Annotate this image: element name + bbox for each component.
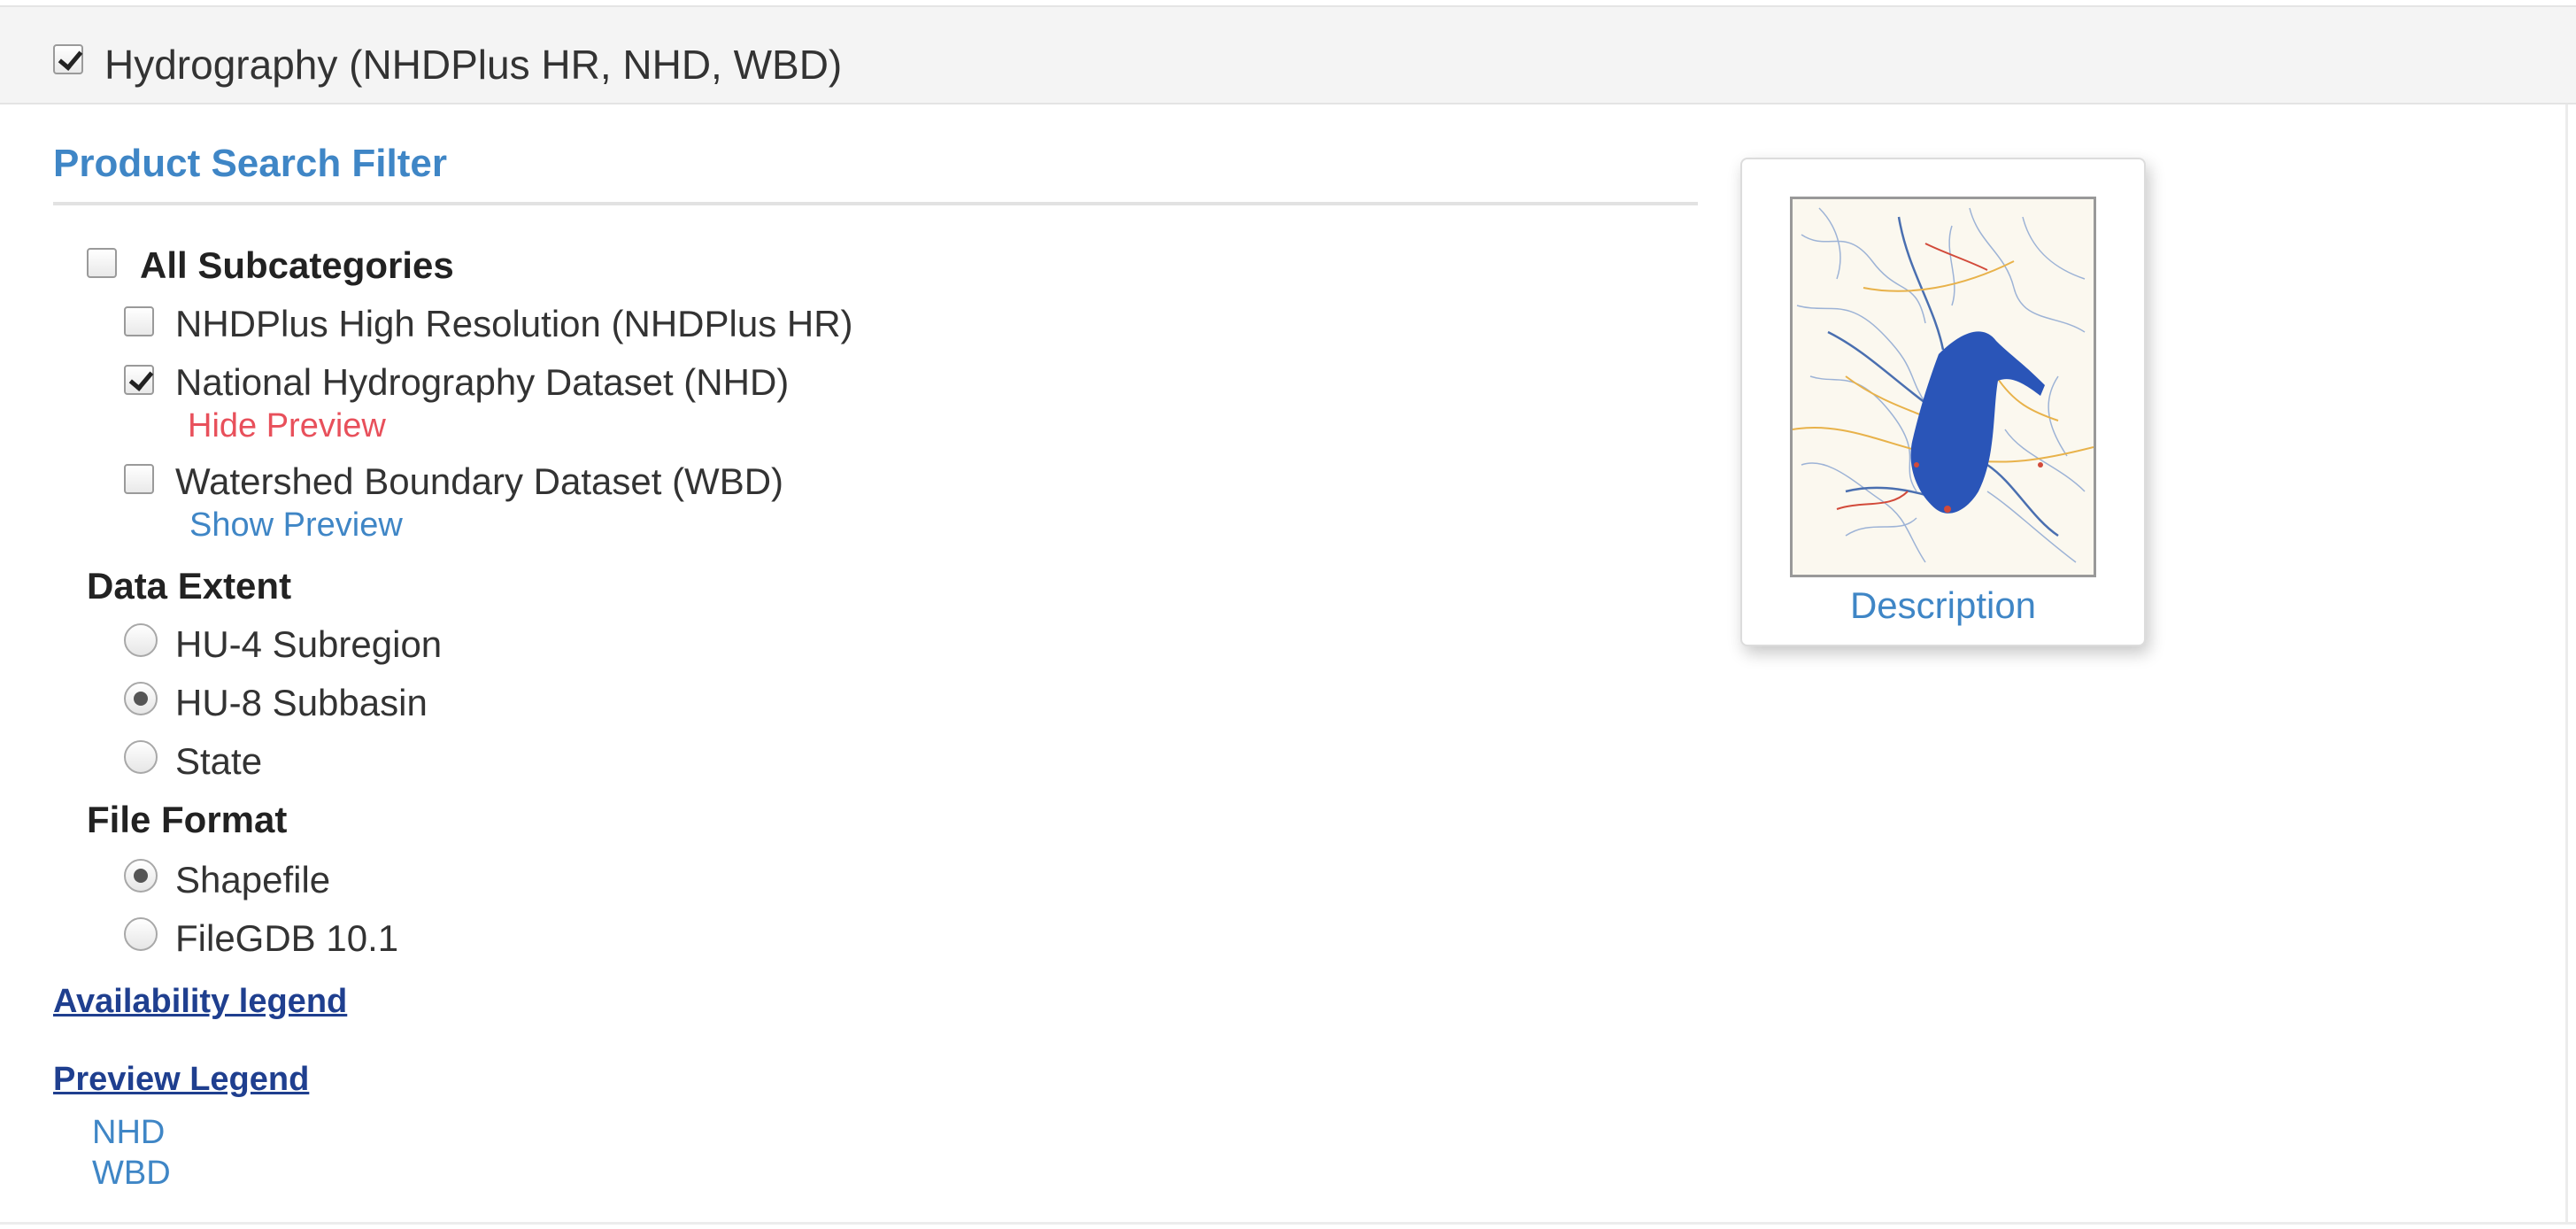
category-header: Hydrography (NHDPlus HR, NHD, WBD)	[0, 5, 2576, 104]
product-search-filter-title: Product Search Filter	[53, 142, 448, 185]
description-link[interactable]: Description	[1742, 584, 2144, 627]
all-subcategories-label: All Subcategories	[140, 244, 454, 286]
hydrography-checkbox[interactable]	[53, 44, 83, 74]
filegdb-radio[interactable]	[124, 917, 158, 951]
map-thumbnail-image	[1793, 199, 2094, 575]
state-radio[interactable]	[124, 740, 158, 774]
nhdplus-hr-label: NHDPlus High Resolution (NHDPlus HR)	[175, 303, 853, 344]
nhdplus-hr-checkbox[interactable]	[124, 306, 154, 336]
nhd-label: National Hydrography Dataset (NHD)	[175, 361, 790, 403]
panel-bottom-border	[0, 1222, 2576, 1225]
data-extent-heading: Data Extent	[87, 565, 292, 607]
shapefile-label: Shapefile	[175, 859, 331, 900]
legend-item-nhd: NHD	[92, 1114, 166, 1151]
shapefile-radio[interactable]	[124, 859, 158, 893]
all-subcategories-checkbox[interactable]	[87, 248, 117, 278]
wbd-label: Watershed Boundary Dataset (WBD)	[175, 460, 784, 502]
state-label: State	[175, 740, 263, 782]
panel-border	[2565, 104, 2568, 1222]
divider	[53, 202, 1698, 205]
legend-item-wbd: WBD	[92, 1155, 171, 1192]
preview-card: Description	[1740, 158, 2146, 646]
map-thumbnail[interactable]	[1790, 197, 2096, 577]
hu8-subbasin-label: HU-8 Subbasin	[175, 682, 428, 723]
file-format-heading: File Format	[87, 799, 288, 840]
nhd-checkbox[interactable]	[124, 365, 154, 395]
filegdb-label: FileGDB 10.1	[175, 917, 399, 959]
hu4-subregion-radio[interactable]	[124, 623, 158, 657]
wbd-checkbox[interactable]	[124, 464, 154, 494]
hu4-subregion-label: HU-4 Subregion	[175, 623, 443, 665]
hide-preview-link[interactable]: Hide Preview	[188, 407, 386, 445]
preview-legend-link[interactable]: Preview Legend	[53, 1061, 309, 1099]
hu8-subbasin-radio[interactable]	[124, 682, 158, 715]
availability-legend-link[interactable]: Availability legend	[53, 983, 347, 1021]
category-title: Hydrography (NHDPlus HR, NHD, WBD)	[104, 42, 843, 88]
show-preview-link[interactable]: Show Preview	[189, 506, 403, 545]
